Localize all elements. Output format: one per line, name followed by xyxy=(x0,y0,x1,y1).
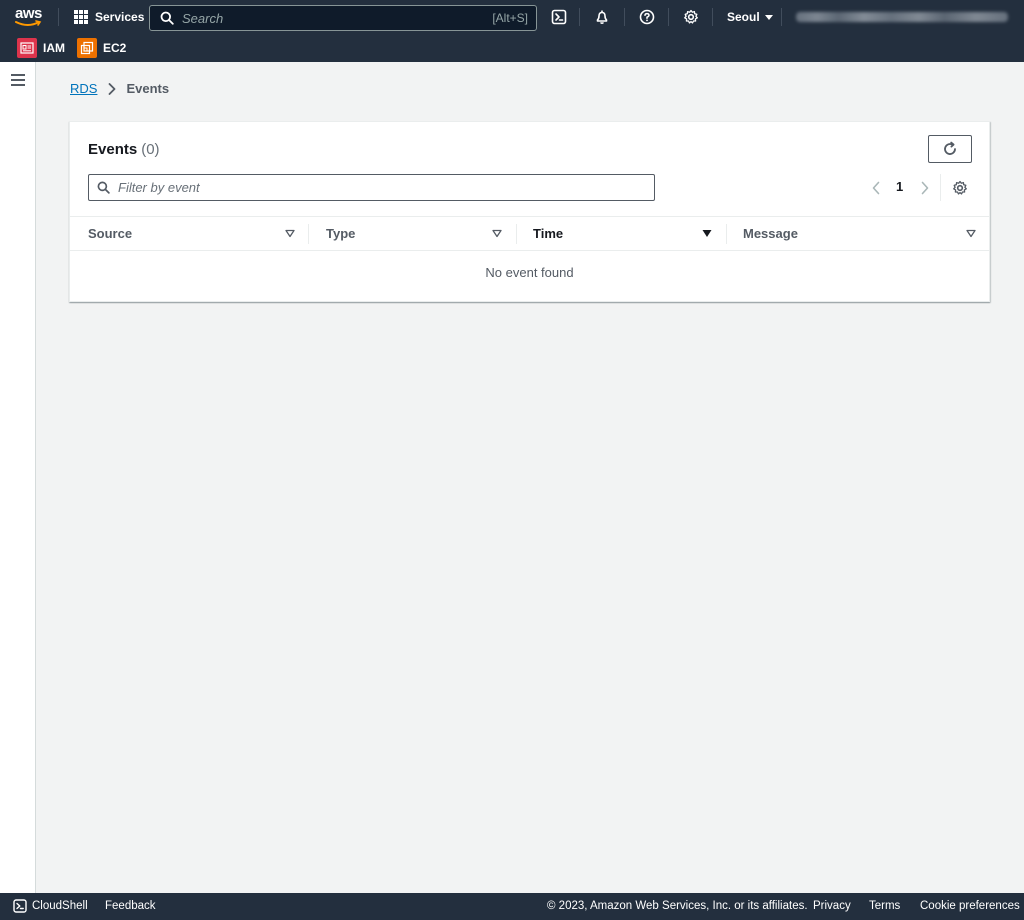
footer-copyright: © 2023, Amazon Web Services, Inc. or its… xyxy=(547,900,808,912)
column-resizer[interactable] xyxy=(308,224,309,244)
favorite-ec2-label: EC2 xyxy=(103,41,127,55)
column-header-source[interactable]: Source xyxy=(88,217,298,250)
next-page-icon[interactable] xyxy=(920,181,930,195)
aws-smile-icon xyxy=(15,20,42,26)
sort-icon xyxy=(492,229,502,238)
nav-divider xyxy=(668,8,669,26)
region-selector[interactable]: Seoul xyxy=(727,10,773,24)
column-label: Time xyxy=(533,226,564,241)
region-label: Seoul xyxy=(727,10,760,24)
nav-divider xyxy=(624,8,625,26)
search-icon xyxy=(97,181,110,194)
aws-logo[interactable]: aws xyxy=(14,5,44,29)
column-header-type[interactable]: Type xyxy=(326,217,506,250)
nav-divider xyxy=(579,8,580,26)
search-input[interactable] xyxy=(174,10,493,26)
top-navigation-main-row: aws Services [Alt+S] xyxy=(0,0,1024,34)
sort-descending-icon xyxy=(702,230,712,237)
footer-cloudshell-button[interactable]: CloudShell xyxy=(13,899,88,913)
panel-title-text: Events xyxy=(88,141,138,158)
grid-icon xyxy=(74,10,88,24)
refresh-icon xyxy=(944,141,956,155)
favorites-bar: IAM EC2 xyxy=(0,34,1024,62)
favorite-iam[interactable]: IAM xyxy=(17,38,65,58)
ec2-service-icon xyxy=(77,38,97,58)
cloudshell-icon xyxy=(13,899,27,913)
refresh-button[interactable] xyxy=(928,135,972,163)
nav-divider xyxy=(781,8,782,26)
page-number[interactable]: 1 xyxy=(896,179,903,194)
hamburger-menu-icon[interactable] xyxy=(11,74,25,86)
iam-service-icon xyxy=(17,38,37,58)
column-header-message[interactable]: Message xyxy=(743,217,983,250)
help-icon[interactable] xyxy=(639,9,655,25)
account-menu-redacted[interactable] xyxy=(796,12,1008,22)
events-count: (0) xyxy=(141,141,160,158)
side-navigation-collapsed xyxy=(0,62,36,893)
breadcrumb: RDS Events xyxy=(70,81,169,96)
filter-input[interactable] xyxy=(110,180,654,195)
cloudshell-icon[interactable] xyxy=(551,9,567,25)
footer-feedback-link[interactable]: Feedback xyxy=(105,900,156,912)
caret-down-icon xyxy=(764,14,773,20)
services-menu-button[interactable]: Services xyxy=(74,9,144,25)
top-navigation: aws Services [Alt+S] xyxy=(0,0,1024,62)
footer-privacy-link[interactable]: Privacy xyxy=(813,900,851,912)
breadcrumb-current: Events xyxy=(126,81,170,96)
footer: CloudShell Feedback © 2023, Amazon Web S… xyxy=(0,893,1024,920)
filter-events[interactable] xyxy=(88,174,655,201)
footer-cookie-preferences-link[interactable]: Cookie preferences xyxy=(920,900,1020,912)
sort-icon xyxy=(966,229,976,238)
gear-icon[interactable] xyxy=(683,9,699,25)
footer-cloudshell-label: CloudShell xyxy=(32,900,88,912)
nav-divider xyxy=(712,8,713,26)
column-label: Type xyxy=(326,226,356,241)
column-label: Source xyxy=(88,226,133,241)
bell-icon[interactable] xyxy=(594,9,610,25)
panel-title: Events (0) xyxy=(88,141,160,158)
breadcrumb-link-rds[interactable]: RDS xyxy=(70,81,97,96)
footer-terms-link[interactable]: Terms xyxy=(869,900,900,912)
table-header: Source Type Time Message xyxy=(70,216,989,251)
chevron-right-icon xyxy=(109,82,116,95)
empty-state-message: No event found xyxy=(485,265,574,280)
services-label: Services xyxy=(95,10,145,24)
sort-icon xyxy=(285,229,295,238)
column-header-time[interactable]: Time xyxy=(533,217,723,250)
column-resizer[interactable] xyxy=(726,224,727,244)
column-resizer[interactable] xyxy=(516,224,517,244)
events-table-container: Events(0) 1 Source Type xyxy=(69,121,990,302)
column-label: Message xyxy=(743,226,798,241)
search-shortcut-hint: [Alt+S] xyxy=(492,11,528,25)
pagination-divider xyxy=(940,174,941,201)
table-preferences-gear-icon[interactable] xyxy=(952,180,968,196)
favorite-iam-label: IAM xyxy=(43,41,65,55)
previous-page-icon[interactable] xyxy=(871,181,881,195)
nav-divider xyxy=(58,8,59,26)
search-icon xyxy=(160,11,174,25)
global-search[interactable]: [Alt+S] xyxy=(149,5,537,31)
favorite-ec2[interactable]: EC2 xyxy=(77,38,126,58)
